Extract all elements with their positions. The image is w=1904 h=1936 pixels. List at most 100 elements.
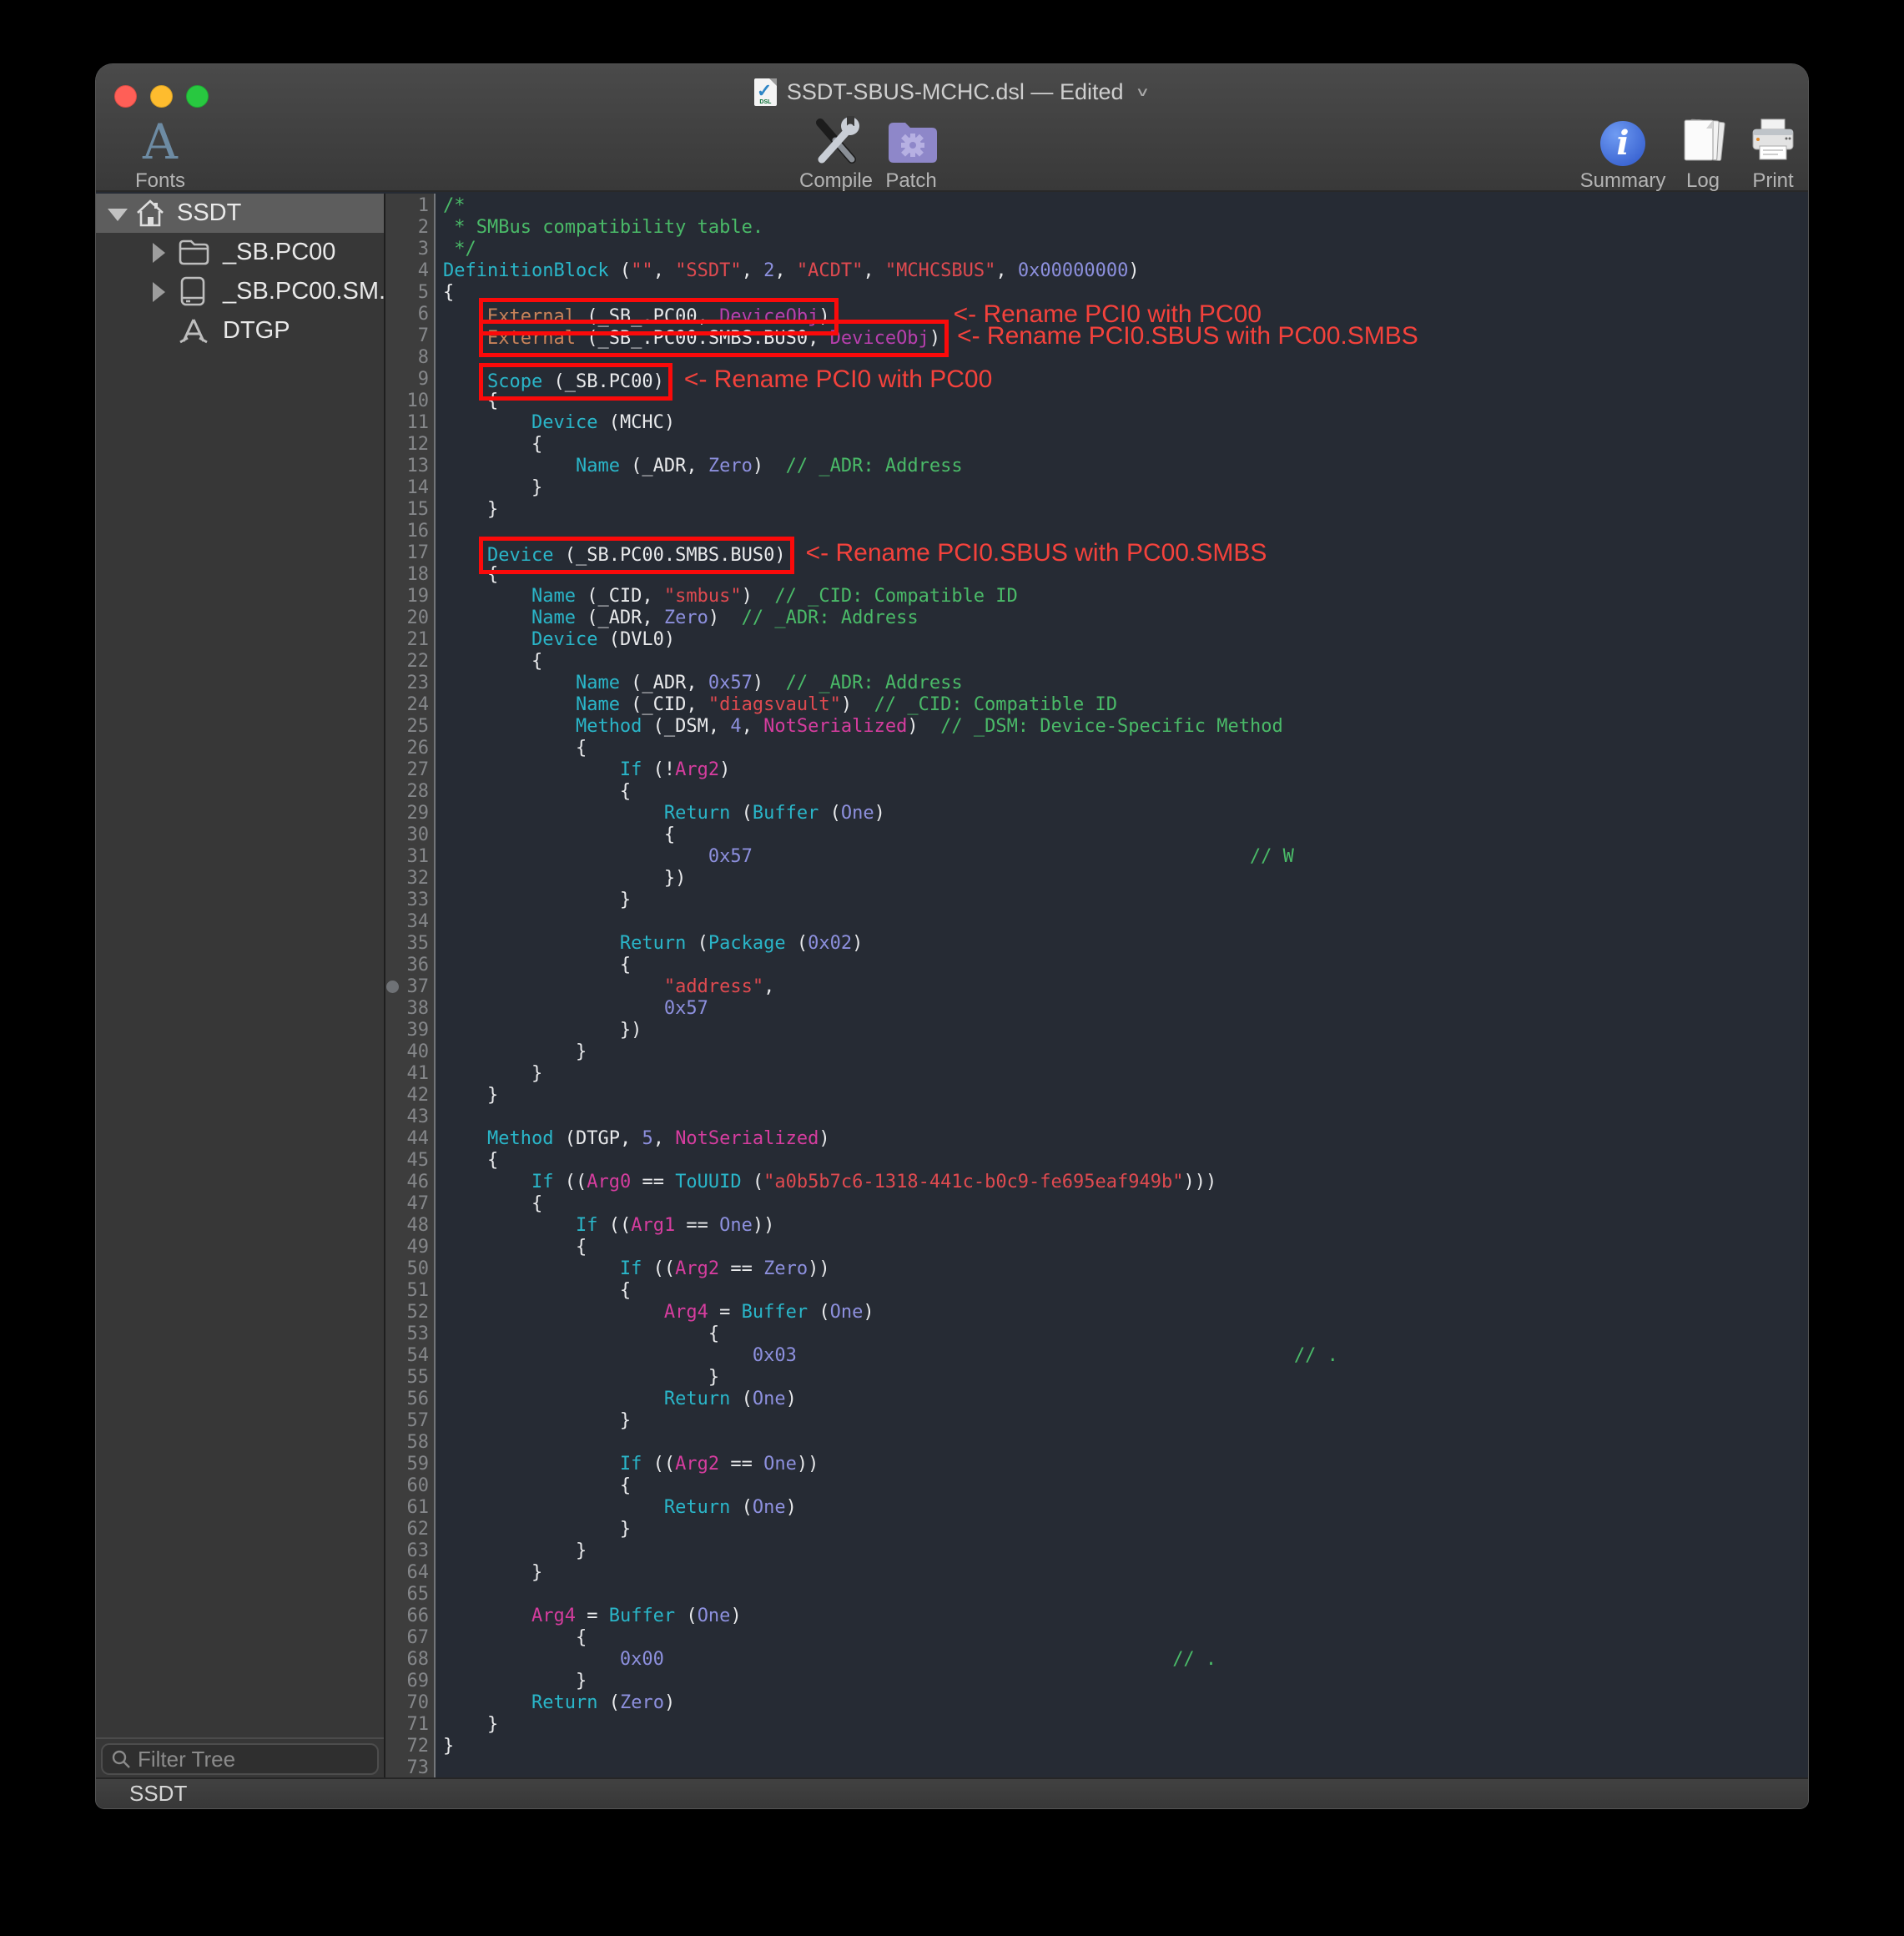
code-line[interactable]: Name (_ADR, 0x57) // _ADR: Address [443,673,1808,694]
code-line[interactable]: { [443,1237,1808,1258]
code-line[interactable]: If (!Arg2) [443,759,1808,781]
code-line[interactable]: Return (Zero) [443,1692,1808,1714]
code-line[interactable]: If ((Arg0 == ToUUID ("a0b5b7c6-1318-441c… [443,1172,1808,1193]
document-proxy-icon[interactable]: ✓ DSL [754,78,777,106]
code-line[interactable]: { [443,738,1808,759]
status-path: SSDT [129,1781,187,1807]
disclosure-closed-icon[interactable] [153,243,165,263]
code-line[interactable]: If ((Arg2 == One)) [443,1454,1808,1475]
code-line[interactable]: Return (Package (0x02) [443,933,1808,955]
code-line[interactable]: 0x00 // . [443,1649,1808,1671]
code-line[interactable]: } [443,1410,1808,1432]
disclosure-closed-icon[interactable] [153,282,165,302]
fonts-icon: A [143,118,178,166]
filter-tree-input[interactable]: Filter Tree [101,1743,379,1775]
code-line[interactable]: Device (_SB.PC00.SMBS.BUS0)<- Rename PCI… [443,542,1808,564]
code-line[interactable]: { [443,651,1808,673]
patch-button[interactable]: Patch [849,114,974,191]
code-line[interactable]: { [443,955,1808,976]
code-line[interactable]: } [443,499,1808,521]
code-line[interactable]: Arg4 = Buffer (One) [443,1606,1808,1627]
rename-highlight-box: External (_SB_.PC00, DeviceObj) [487,306,830,327]
sidebar-item-ssdt[interactable]: SSDT [96,194,384,233]
marker-strip [385,194,399,1777]
code-line[interactable]: 0x57 // W [443,846,1808,868]
code-line[interactable] [443,1107,1808,1128]
code-line[interactable]: { [443,1193,1808,1215]
code-line[interactable]: { [443,564,1808,586]
code-line[interactable]: Method (_DSM, 4, NotSerialized) // _DSM:… [443,716,1808,738]
code-line[interactable]: } [443,1063,1808,1085]
code-line[interactable]: } [443,1085,1808,1107]
code-line[interactable] [443,911,1808,933]
disclosure-open-icon[interactable] [108,209,128,221]
sidebar: SSDT _SB.PC00 [96,194,385,1777]
code-line[interactable]: Name (_CID, "smbus") // _CID: Compatible… [443,586,1808,608]
code-line[interactable]: } [443,1714,1808,1736]
method-icon [178,316,208,346]
filter-tree-container: Filter Tree [96,1737,384,1777]
print-button[interactable]: Print [1715,114,1808,191]
code-line[interactable]: External (_SB_.PC00.SMBS.BUS0, DeviceObj… [443,325,1808,347]
code-line[interactable]: Name (_ADR, Zero) // _ADR: Address [443,608,1808,629]
code-line[interactable]: } [443,1562,1808,1584]
code-line[interactable]: { [443,434,1808,456]
code-line[interactable]: } [443,1671,1808,1692]
code-line[interactable]: Arg4 = Buffer (One) [443,1302,1808,1323]
code-line[interactable]: DefinitionBlock ("", "SSDT", 2, "ACDT", … [443,260,1808,282]
code-line[interactable]: }) [443,868,1808,890]
code-line[interactable]: { [443,391,1808,412]
code-line[interactable]: 0x03 // . [443,1345,1808,1367]
summary-info-icon: i [1600,121,1645,166]
code-line[interactable]: { [443,1150,1808,1172]
code-line[interactable]: */ [443,239,1808,260]
code-line[interactable]: } [443,1041,1808,1063]
ssdt-tree: SSDT _SB.PC00 [96,194,384,1737]
sidebar-item-sb-pc00[interactable]: _SB.PC00 [96,233,384,272]
status-bar: SSDT [96,1777,1808,1808]
code-line[interactable]: } [443,1736,1808,1757]
code-line[interactable]: } [443,1367,1808,1389]
code-line[interactable]: Return (Buffer (One) [443,803,1808,824]
device-icon [178,275,208,305]
code-line[interactable]: } [443,1519,1808,1540]
title-chevron-icon[interactable]: ∨ [1136,84,1151,99]
code-editor[interactable]: 1234567891011121314151617181920212223242… [385,194,1808,1777]
search-icon [111,1749,131,1769]
patch-icon [885,114,937,166]
code-line[interactable]: { [443,1323,1808,1345]
home-icon [134,198,164,228]
sidebar-item-sb-pc00-sm[interactable]: _SB.PC00.SM... [96,272,384,311]
code-line[interactable]: If ((Arg1 == One)) [443,1215,1808,1237]
code-line[interactable]: Device (DVL0) [443,629,1808,651]
sidebar-item-dtgp[interactable]: DTGP [96,311,384,350]
code-line[interactable]: { [443,1475,1808,1497]
code-line[interactable]: } [443,890,1808,911]
code-line[interactable]: Method (DTGP, 5, NotSerialized) [443,1128,1808,1150]
code-line[interactable]: } [443,477,1808,499]
fonts-button[interactable]: A Fonts [106,114,214,191]
code-lines[interactable]: /* * SMBus compatibility table. */Defini… [436,194,1808,1777]
code-line[interactable] [443,1584,1808,1606]
code-line[interactable]: Return (One) [443,1497,1808,1519]
code-line[interactable]: 0x57 [443,998,1808,1020]
code-line[interactable]: { [443,1627,1808,1649]
code-line[interactable]: { [443,1280,1808,1302]
code-line[interactable] [443,1757,1808,1777]
code-line[interactable]: Name (_ADR, Zero) // _ADR: Address [443,456,1808,477]
code-line[interactable]: { [443,781,1808,803]
code-line[interactable] [443,1432,1808,1454]
code-line[interactable]: } [443,1540,1808,1562]
code-line[interactable]: /* [443,195,1808,217]
code-line[interactable]: * SMBus compatibility table. [443,217,1808,239]
code-line[interactable]: If ((Arg2 == Zero)) [443,1258,1808,1280]
bookmark-dot[interactable] [386,981,399,993]
code-line[interactable] [443,347,1808,369]
code-line[interactable]: { [443,824,1808,846]
code-line[interactable]: Name (_CID, "diagsvault") // _CID: Compa… [443,694,1808,716]
code-line[interactable]: Return (One) [443,1389,1808,1410]
code-line[interactable]: Scope (_SB.PC00)<- Rename PCI0 with PC00 [443,369,1808,391]
code-line[interactable]: "address", [443,976,1808,998]
code-line[interactable]: Device (MCHC) [443,412,1808,434]
code-line[interactable]: }) [443,1020,1808,1041]
